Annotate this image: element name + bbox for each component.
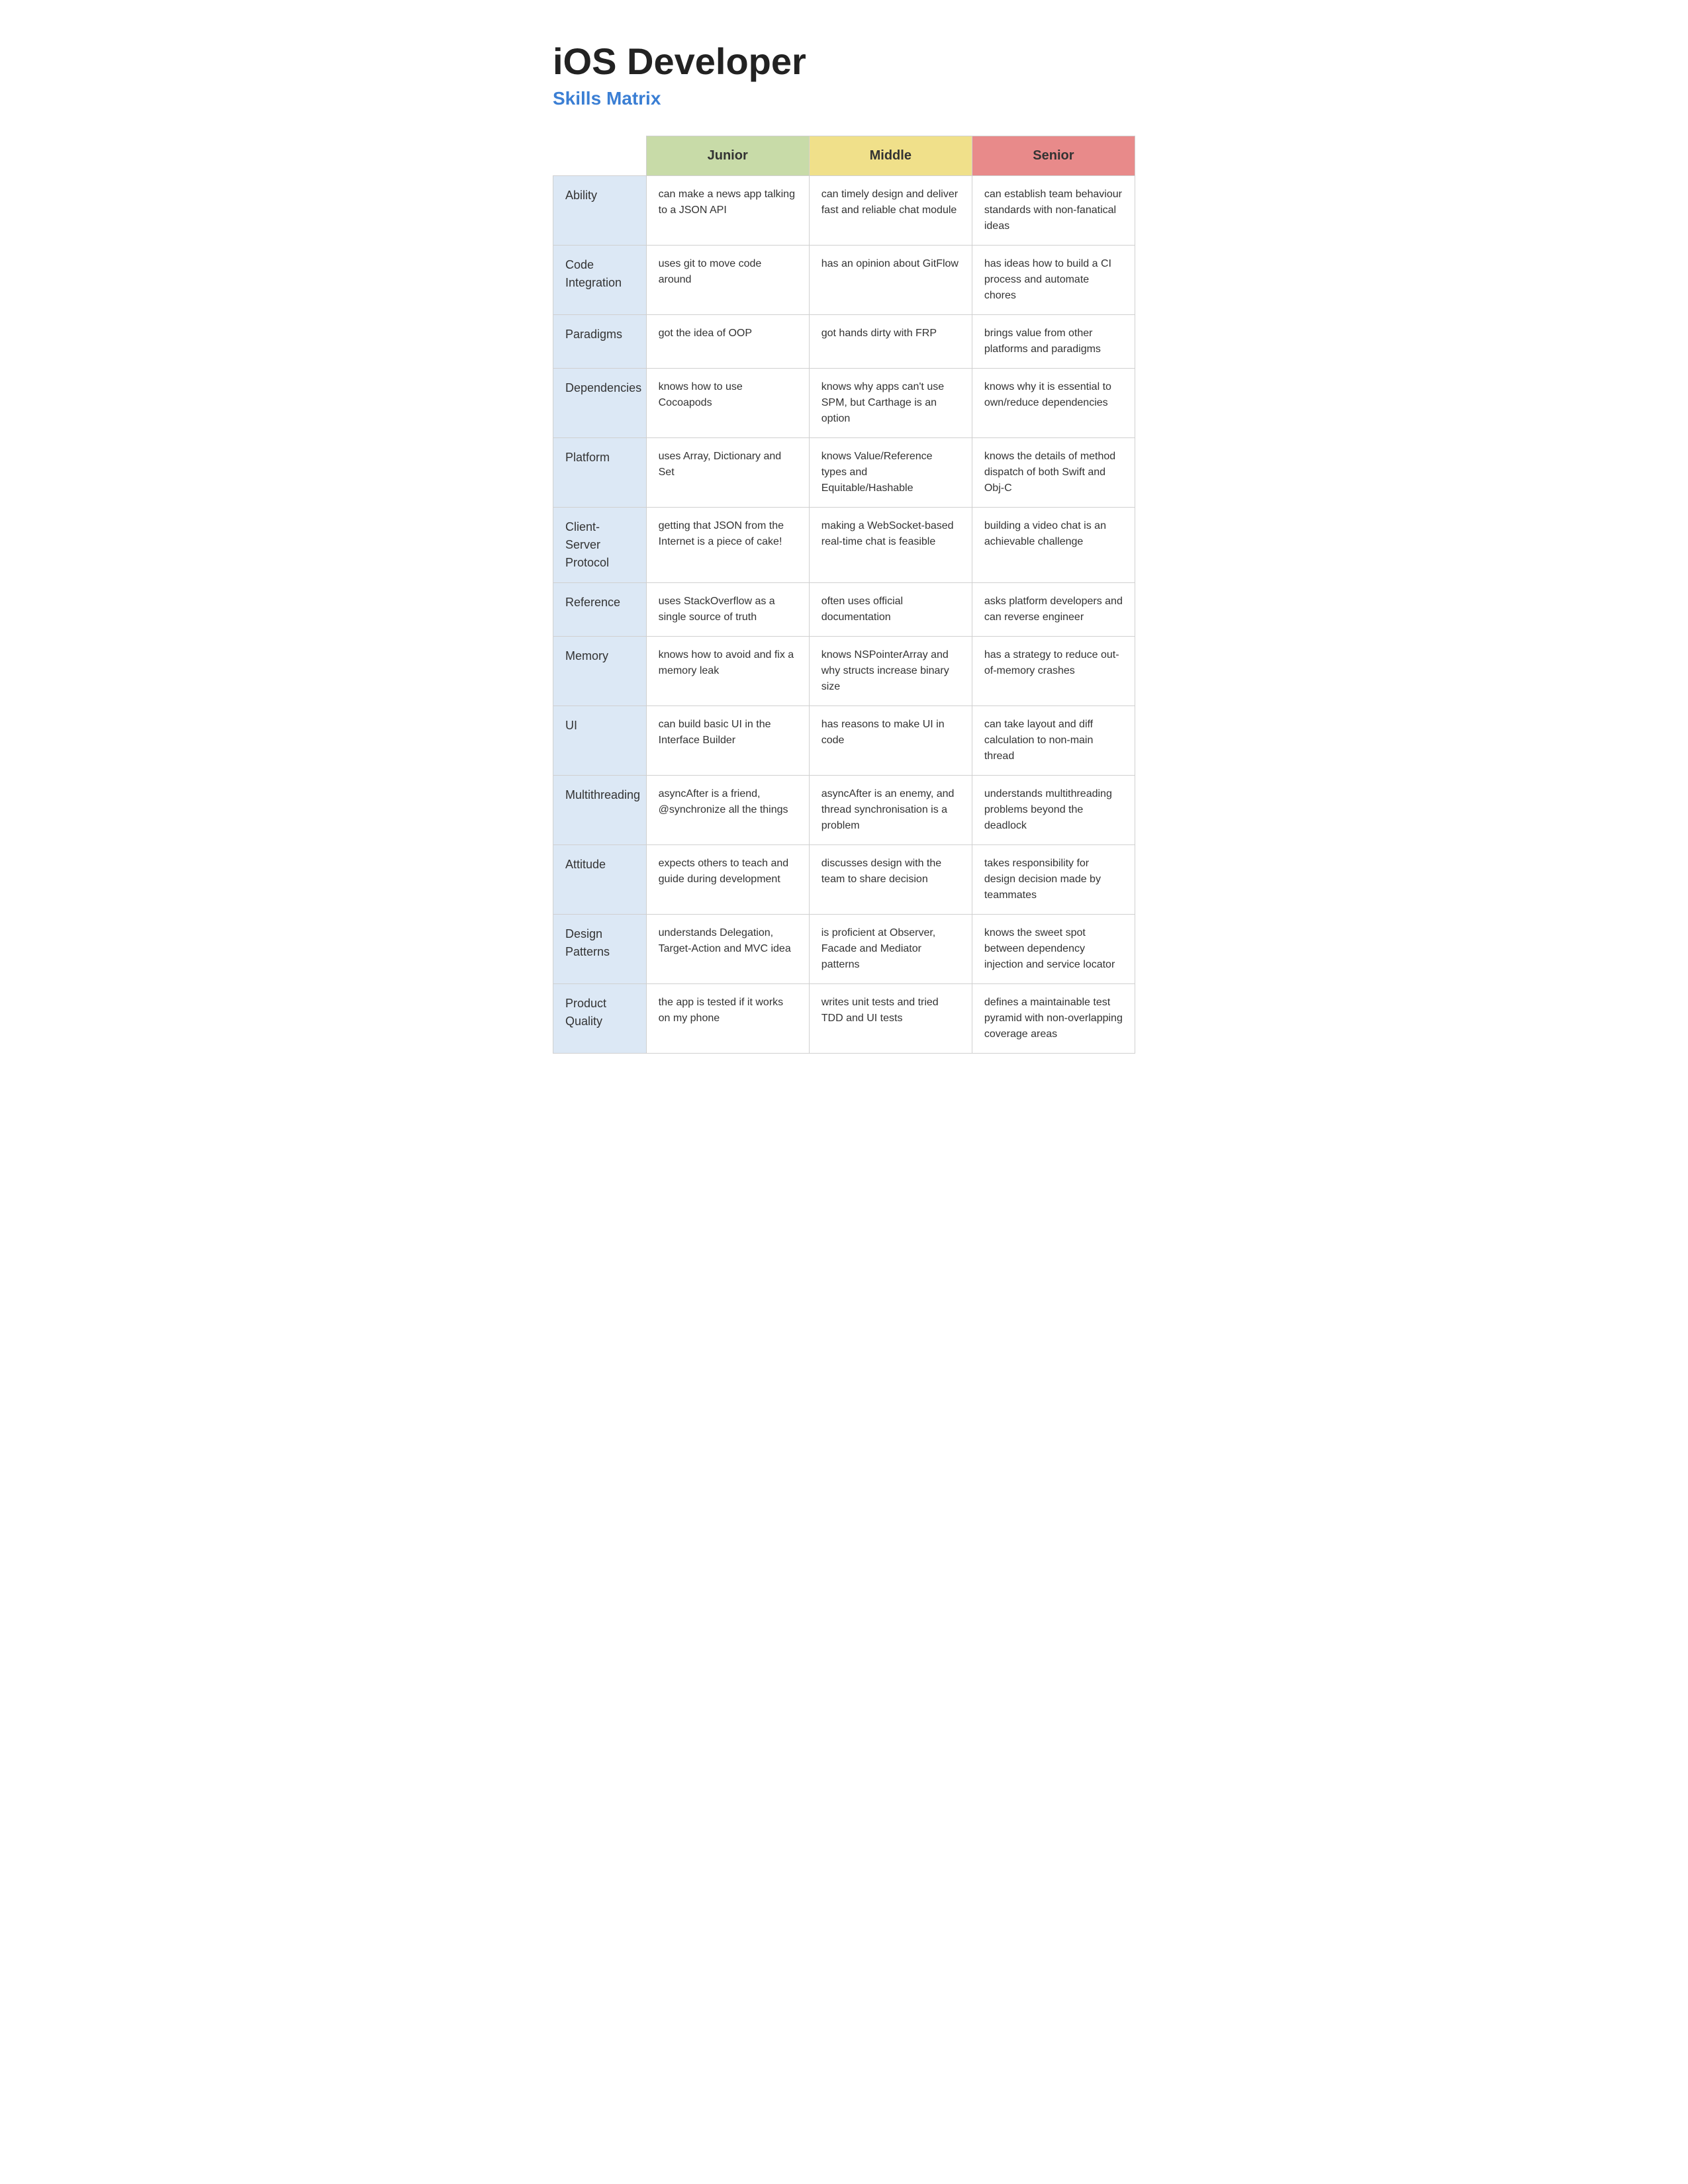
junior-cell: can build basic UI in the Interface Buil… [646, 706, 809, 776]
table-row: Client-Server Protocolgetting that JSON … [553, 508, 1135, 583]
senior-cell: building a video chat is an achievable c… [972, 508, 1135, 583]
middle-cell: making a WebSocket-based real-time chat … [809, 508, 972, 583]
senior-cell: understands multithreading problems beyo… [972, 776, 1135, 845]
middle-cell: has reasons to make UI in code [809, 706, 972, 776]
table-row: Paradigmsgot the idea of OOPgot hands di… [553, 315, 1135, 369]
junior-cell: expects others to teach and guide during… [646, 845, 809, 915]
skill-name-cell: Dependencies [553, 369, 647, 438]
middle-cell: is proficient at Observer, Facade and Me… [809, 915, 972, 984]
skill-name-cell: Client-Server Protocol [553, 508, 647, 583]
skill-name-cell: Ability [553, 176, 647, 246]
senior-cell: defines a maintainable test pyramid with… [972, 984, 1135, 1054]
table-row: Attitudeexpects others to teach and guid… [553, 845, 1135, 915]
middle-cell: knows NSPointerArray and why structs inc… [809, 637, 972, 706]
middle-cell: writes unit tests and tried TDD and UI t… [809, 984, 972, 1054]
header-senior: Senior [972, 136, 1135, 176]
header-middle: Middle [809, 136, 972, 176]
junior-cell: understands Delegation, Target-Action an… [646, 915, 809, 984]
senior-cell: brings value from other platforms and pa… [972, 315, 1135, 369]
table-row: Dependenciesknows how to use Cocoapodskn… [553, 369, 1135, 438]
junior-cell: getting that JSON from the Internet is a… [646, 508, 809, 583]
middle-cell: discusses design with the team to share … [809, 845, 972, 915]
middle-cell: got hands dirty with FRP [809, 315, 972, 369]
junior-cell: uses git to move code around [646, 246, 809, 315]
senior-cell: knows the details of method dispatch of … [972, 438, 1135, 508]
junior-cell: got the idea of OOP [646, 315, 809, 369]
senior-cell: has a strategy to reduce out-of-memory c… [972, 637, 1135, 706]
senior-cell: can establish team behaviour standards w… [972, 176, 1135, 246]
middle-cell: often uses official documentation [809, 583, 972, 637]
middle-cell: has an opinion about GitFlow [809, 246, 972, 315]
junior-cell: uses StackOverflow as a single source of… [646, 583, 809, 637]
senior-cell: has ideas how to build a CI process and … [972, 246, 1135, 315]
skill-name-cell: Design Patterns [553, 915, 647, 984]
skill-name-cell: Memory [553, 637, 647, 706]
skill-name-cell: Code Integration [553, 246, 647, 315]
table-row: MultithreadingasyncAfter is a friend, @s… [553, 776, 1135, 845]
page-subtitle: Skills Matrix [553, 88, 1135, 109]
junior-cell: knows how to avoid and fix a memory leak [646, 637, 809, 706]
middle-cell: asyncAfter is an enemy, and thread synch… [809, 776, 972, 845]
junior-cell: asyncAfter is a friend, @synchronize all… [646, 776, 809, 845]
junior-cell: knows how to use Cocoapods [646, 369, 809, 438]
table-row: Platformuses Array, Dictionary and Setkn… [553, 438, 1135, 508]
header-empty [553, 136, 647, 176]
junior-cell: uses Array, Dictionary and Set [646, 438, 809, 508]
header-junior: Junior [646, 136, 809, 176]
skill-name-cell: Reference [553, 583, 647, 637]
senior-cell: knows why it is essential to own/reduce … [972, 369, 1135, 438]
table-row: Referenceuses StackOverflow as a single … [553, 583, 1135, 637]
middle-cell: knows Value/Reference types and Equitabl… [809, 438, 972, 508]
table-row: Memoryknows how to avoid and fix a memor… [553, 637, 1135, 706]
junior-cell: the app is tested if it works on my phon… [646, 984, 809, 1054]
skill-name-cell: UI [553, 706, 647, 776]
middle-cell: can timely design and deliver fast and r… [809, 176, 972, 246]
table-row: Design Patternsunderstands Delegation, T… [553, 915, 1135, 984]
skill-name-cell: Product Quality [553, 984, 647, 1054]
skill-name-cell: Attitude [553, 845, 647, 915]
skill-name-cell: Multithreading [553, 776, 647, 845]
middle-cell: knows why apps can't use SPM, but Cartha… [809, 369, 972, 438]
senior-cell: can take layout and diff calculation to … [972, 706, 1135, 776]
skill-name-cell: Paradigms [553, 315, 647, 369]
table-row: Code Integrationuses git to move code ar… [553, 246, 1135, 315]
table-row: Product Qualitythe app is tested if it w… [553, 984, 1135, 1054]
skill-name-cell: Platform [553, 438, 647, 508]
table-row: Abilitycan make a news app talking to a … [553, 176, 1135, 246]
page-title: iOS Developer [553, 40, 1135, 83]
senior-cell: takes responsibility for design decision… [972, 845, 1135, 915]
junior-cell: can make a news app talking to a JSON AP… [646, 176, 809, 246]
senior-cell: knows the sweet spot between dependency … [972, 915, 1135, 984]
senior-cell: asks platform developers and can reverse… [972, 583, 1135, 637]
skills-matrix-table: Junior Middle Senior Abilitycan make a n… [553, 136, 1135, 1054]
table-row: UIcan build basic UI in the Interface Bu… [553, 706, 1135, 776]
